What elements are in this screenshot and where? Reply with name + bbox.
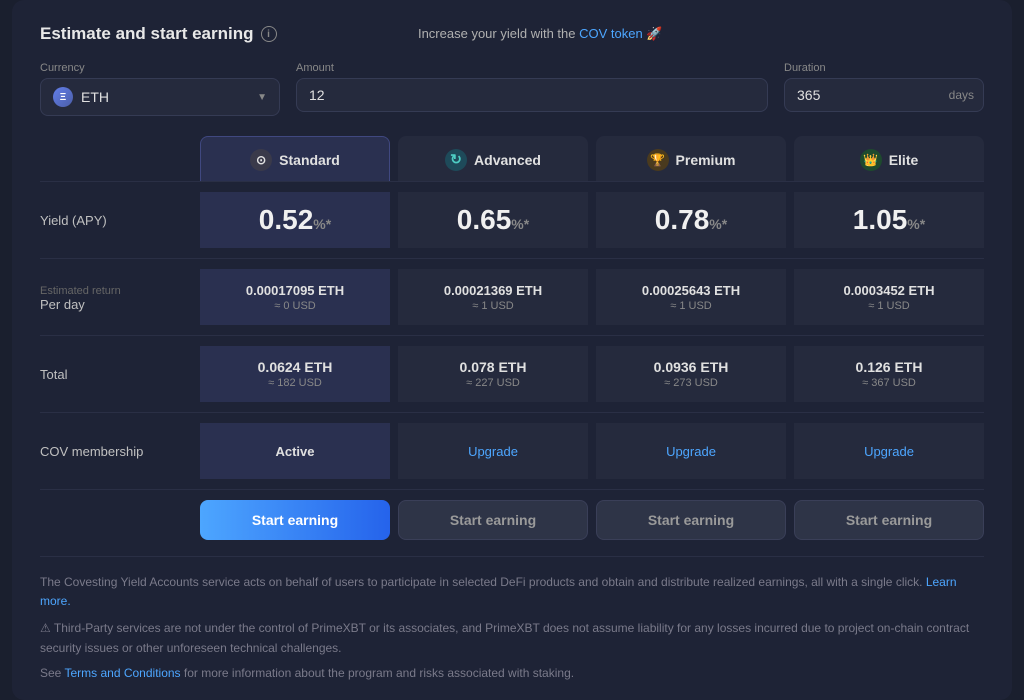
currency-label: Currency [40,62,280,74]
page-title: Estimate and start earning [40,24,254,44]
perday-label-col: Estimated return Per day [40,283,200,312]
apy-advanced: 0.65%* [398,192,588,248]
premium-icon: 🏆 [647,149,669,171]
membership-label: COV membership [40,444,192,459]
total-elite: 0.126 ETH ≈ 367 USD [794,346,984,402]
plan-header-advanced: ↻ Advanced [398,136,588,181]
plan-header-elite: 👑 Elite [794,136,984,181]
plan-headers: ⊙ Standard ↻ Advanced 🏆 Premium 👑 Elite [200,136,984,181]
terms-link[interactable]: Terms and Conditions [64,666,180,680]
start-earning-premium[interactable]: Start earning [596,500,786,540]
perday-advanced: 0.00021369 ETH ≈ 1 USD [398,269,588,325]
cov-link[interactable]: COV token [579,26,643,41]
apy-values: 0.52%* 0.65%* 0.78%* [200,192,984,248]
eth-icon: Ξ [53,87,73,107]
start-earning-advanced[interactable]: Start earning [398,500,588,540]
controls-row: Currency Ξ ETH ▼ Amount Duration days [40,62,984,116]
plan-header-premium: 🏆 Premium [596,136,786,181]
total-values: 0.0624 ETH ≈ 182 USD 0.078 ETH ≈ 227 USD… [200,346,984,402]
days-label: days [949,88,974,102]
amount-field: Amount [296,62,768,116]
total-label-col: Total [40,367,200,382]
total-premium: 0.0936 ETH ≈ 273 USD [596,346,786,402]
buttons-row: Start earning Start earning Start earnin… [40,490,984,540]
apy-label-col: Yield (APY) [40,213,200,228]
elite-icon: 👑 [860,149,882,171]
apy-standard: 0.52%* [200,192,390,248]
upgrade-elite-link[interactable]: Upgrade [864,444,914,459]
total-label: Total [40,367,192,382]
info-icon[interactable]: i [261,26,277,42]
apy-elite: 1.05%* [794,192,984,248]
plans-area: ⊙ Standard ↻ Advanced 🏆 Premium 👑 Elite [40,136,984,540]
data-section: Yield (APY) 0.52%* 0.65%* [40,181,984,490]
advanced-label: Advanced [474,152,541,168]
footer-main: The Covesting Yield Accounts service act… [40,573,984,611]
perday-label: Per day [40,297,192,312]
buttons-grid: Start earning Start earning Start earnin… [200,490,984,540]
advanced-icon: ↻ [445,149,467,171]
membership-active-text: Active [275,444,314,459]
membership-standard: Active [200,423,390,479]
page-title-area: Estimate and start earning i [40,24,277,44]
premium-label: Premium [676,152,736,168]
perday-values: 0.00017095 ETH ≈ 0 USD 0.00021369 ETH ≈ … [200,269,984,325]
plan-headers-row: ⊙ Standard ↻ Advanced 🏆 Premium 👑 Elite [40,136,984,181]
currency-field: Currency Ξ ETH ▼ [40,62,280,116]
currency-value: ETH [81,89,109,105]
total-advanced: 0.078 ETH ≈ 227 USD [398,346,588,402]
top-notice: Increase your yield with the COV token 🚀 [277,26,804,42]
elite-label: Elite [889,152,919,168]
standard-label: Standard [279,152,340,168]
apy-premium: 0.78%* [596,192,786,248]
total-row: Total 0.0624 ETH ≈ 182 USD 0.078 ETH ≈ 2… [40,336,984,413]
duration-wrap: days [784,78,984,112]
membership-label-col: COV membership [40,444,200,459]
footer: The Covesting Yield Accounts service act… [40,556,984,680]
plan-header-standard: ⊙ Standard [200,136,390,181]
duration-field: Duration days [784,62,984,116]
footer-terms: See Terms and Conditions for more inform… [40,666,984,680]
membership-values: Active Upgrade Upgrade [200,423,984,479]
perday-row: Estimated return Per day 0.00017095 ETH … [40,259,984,336]
estimated-return-label: Estimated return [40,285,192,297]
apy-row: Yield (APY) 0.52%* 0.65%* [40,181,984,259]
start-earning-elite[interactable]: Start earning [794,500,984,540]
start-earning-standard[interactable]: Start earning [200,500,390,540]
header-row: Estimate and start earning i Increase yo… [40,24,984,44]
currency-select[interactable]: Ξ ETH ▼ [40,78,280,116]
upgrade-premium-link[interactable]: Upgrade [666,444,716,459]
amount-label: Amount [296,62,768,74]
membership-advanced: Upgrade [398,423,588,479]
duration-label: Duration [784,62,984,74]
membership-row: COV membership Active Upgrade [40,413,984,490]
chevron-down-icon: ▼ [257,92,267,103]
perday-standard: 0.00017095 ETH ≈ 0 USD [200,269,390,325]
upgrade-advanced-link[interactable]: Upgrade [468,444,518,459]
perday-elite: 0.0003452 ETH ≈ 1 USD [794,269,984,325]
perday-premium: 0.00025643 ETH ≈ 1 USD [596,269,786,325]
amount-input[interactable] [296,78,768,112]
main-container: Estimate and start earning i Increase yo… [12,0,1012,700]
apy-label: Yield (APY) [40,213,192,228]
total-standard: 0.0624 ETH ≈ 182 USD [200,346,390,402]
membership-elite: Upgrade [794,423,984,479]
footer-warning: ⚠ Third-Party services are not under the… [40,619,984,657]
standard-icon: ⊙ [250,149,272,171]
membership-premium: Upgrade [596,423,786,479]
